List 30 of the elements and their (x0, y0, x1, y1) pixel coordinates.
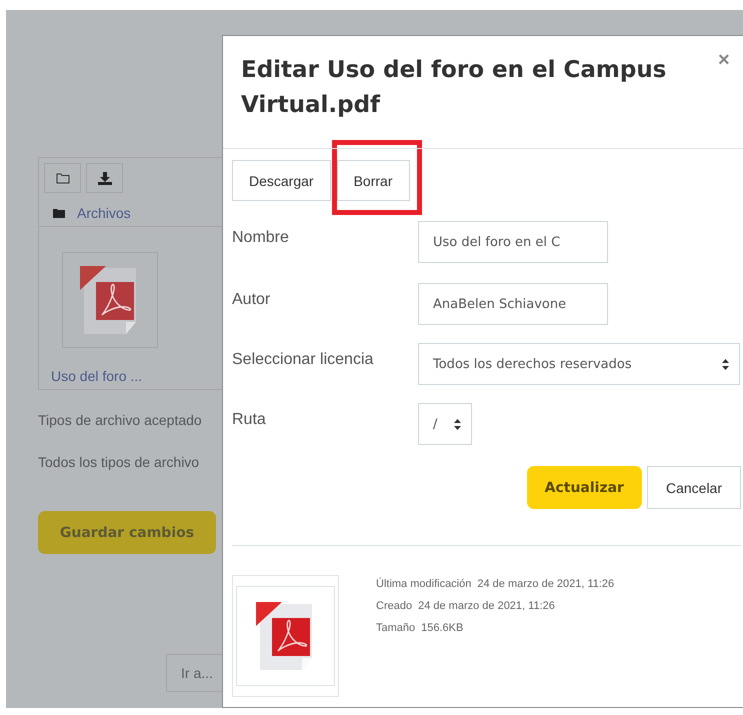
select-field[interactable]: / (418, 403, 472, 445)
delete-button[interactable]: Borrar (336, 160, 410, 201)
folder-icon (53, 208, 65, 218)
field-label: Autor (232, 290, 272, 309)
accepted-types-text: Todos los tipos de archivo (38, 454, 200, 470)
text-field[interactable]: AnaBelen Schiavone (418, 283, 608, 325)
detail-label: Creado (376, 600, 412, 612)
field-label: Nombre (232, 228, 290, 247)
detail-value: 24 de marzo de 2021, 11:26 (477, 578, 614, 590)
folder-icon (56, 172, 70, 184)
folder-button[interactable] (44, 163, 81, 193)
accepted-types-label: Tipos de archivo aceptado (38, 412, 202, 428)
updown-caret-icon (722, 358, 729, 370)
detail-value: 24 de marzo de 2021, 11:26 (418, 600, 555, 612)
update-button[interactable]: Actualizar (526, 466, 642, 509)
dialog-title: Editar Uso del foro en el Campus Virtual.pdf (241, 56, 668, 120)
file-thumbnail[interactable] (62, 252, 158, 348)
updown-caret-icon (454, 418, 461, 430)
select-field[interactable]: Todos los derechos reservados (418, 343, 740, 385)
field-label: Ruta (232, 410, 267, 429)
text-field[interactable]: Uso del foro en el C (418, 221, 608, 263)
download-icon (98, 172, 112, 184)
field-label: Seleccionar licencia (232, 350, 374, 369)
download-button[interactable] (86, 163, 123, 193)
detail-label: Tamaño (376, 622, 416, 634)
close-button[interactable]: × (718, 50, 730, 70)
cancel-button[interactable]: Cancelar (646, 466, 741, 509)
detail-label: Última modificación (376, 578, 472, 590)
download-button[interactable]: Descargar (232, 160, 331, 201)
detail-value: 156.6KB (421, 622, 464, 634)
